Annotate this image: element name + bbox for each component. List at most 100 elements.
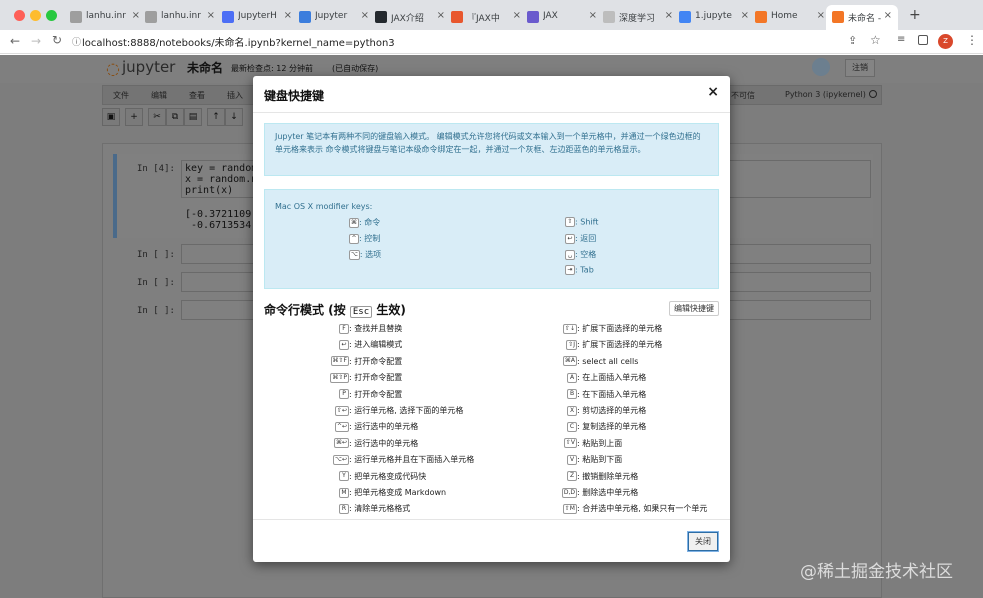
shortcut-description: : 粘贴到下面 [577, 455, 623, 465]
document-icon [603, 11, 615, 23]
shortcut-description: : 合并选中单元格, 如果只有一个单元 [577, 504, 708, 514]
tab-close-icon[interactable]: × [207, 10, 215, 21]
url-text[interactable]: localhost:8888/notebooks/未命名.ipynb?kerne… [82, 34, 395, 49]
jupyter-logo-icon[interactable]: ◌ [106, 59, 120, 78]
browser-tab-bar: lanhu.inr × lanhu.inr × JupyterH × Jupyter × JAX… [0, 0, 983, 30]
shortcut-description: : 在上面插入单元格 [577, 373, 647, 383]
shortcut-key: ⌘A [562, 356, 577, 367]
tab-close-icon[interactable]: × [884, 10, 892, 21]
notebook-name[interactable]: 未命名 [187, 59, 223, 76]
tab-close-icon[interactable]: × [741, 10, 749, 21]
shortcut-key: ⇧↓ [562, 323, 577, 334]
shortcut-key: ⇧M [562, 503, 577, 514]
checkpoint-status: 最新检查点: 12 分钟前 [231, 64, 313, 73]
close-button[interactable]: 关闭 [688, 532, 718, 551]
mac-modifier-row: ↩: 返回 [565, 233, 596, 244]
kernel-name: Python 3 (ipykernel) [785, 90, 866, 99]
browser-tab[interactable]: JAX介绍 × [375, 5, 445, 30]
mac-modifier-row: ^: 控制 [349, 233, 380, 244]
menu-view[interactable]: 查看 [189, 90, 205, 101]
bookmark-star-icon[interactable]: ☆ [870, 33, 881, 47]
shortcut-row: ⇧V: 粘贴到上面 [253, 436, 730, 452]
dialog-title: 键盘快捷键 [264, 89, 325, 103]
share-icon[interactable]: ⇪ [848, 34, 857, 47]
mac-modifier-row: ⌘: 命令 [349, 217, 380, 228]
browser-tab[interactable]: 1.jupyte × [679, 5, 749, 30]
browser-tab[interactable]: 『JAX中 × [451, 5, 521, 30]
info-icon[interactable]: ⓘ [72, 35, 81, 48]
shortcut-row: ⇧J: 扩展下面选择的单元格 [253, 337, 730, 353]
move-down-icon[interactable]: ↓ [225, 108, 243, 126]
side-panel-icon[interactable] [918, 35, 928, 45]
reading-list-icon[interactable]: ≡ [897, 34, 905, 45]
tab-close-icon[interactable]: × [589, 10, 597, 21]
cell-prompt: In [ ]: [137, 306, 175, 316]
key-glyph: ⇧ [565, 217, 575, 227]
divider [253, 112, 730, 113]
tab-close-icon[interactable]: × [437, 10, 445, 21]
key-glyph: ⌘ [349, 217, 359, 228]
code-text[interactable]: key = random x = random.n print(x) [185, 163, 257, 196]
tab-title: 『JAX中 [467, 14, 500, 24]
new-tab-button[interactable]: + [909, 7, 921, 23]
tab-title: 深度学习 [619, 14, 656, 24]
info-text: Jupyter 笔记本有两种不同的键盘输入模式。 编辑模式允许您将代码或文本输入… [275, 132, 701, 154]
edit-shortcuts-button[interactable]: 编辑快捷键 [669, 301, 719, 316]
menu-insert[interactable]: 插入 [227, 90, 243, 101]
jupyter-hub-icon [222, 11, 234, 23]
copy-icon[interactable]: ⧉ [166, 108, 184, 126]
modifier-label: : 控制 [359, 234, 381, 243]
mac-modifier-row: ␣: 空格 [565, 249, 596, 260]
menu-file[interactable]: 文件 [113, 90, 129, 101]
cell-prompt: In [ ]: [137, 250, 175, 260]
shortcut-row: A: 在上面插入单元格 [253, 370, 730, 386]
close-icon[interactable]: × [707, 84, 719, 100]
github-icon [375, 11, 387, 23]
command-mode-title: 命令行模式 (按 Esc 生效) [264, 301, 406, 318]
cell-output: [-0.3721109 -0.6713534 [185, 209, 252, 231]
browser-tab[interactable]: JAX × [527, 5, 597, 30]
tab-close-icon[interactable]: × [284, 10, 292, 21]
shortcut-description: : 复制选择的单元格 [577, 422, 647, 432]
tab-close-icon[interactable]: × [513, 10, 521, 21]
shortcut-key: V [567, 452, 577, 468]
browser-tab[interactable]: 未命名 - × [826, 5, 898, 30]
browser-menu-icon[interactable]: ⋮ [966, 33, 978, 47]
tab-close-icon[interactable]: × [361, 10, 369, 21]
tab-close-icon[interactable]: × [665, 10, 673, 21]
modifier-label: : 返回 [575, 234, 597, 243]
browser-tab[interactable]: lanhu.inr × [145, 5, 215, 30]
browser-tab[interactable]: 深度学习 × [603, 5, 673, 30]
browser-tab[interactable]: lanhu.inr × [70, 5, 140, 30]
jupyter-logo-text[interactable]: jupyter [122, 58, 175, 76]
minimize-window-button[interactable] [30, 10, 41, 21]
zoom-window-button[interactable] [46, 10, 57, 21]
back-icon[interactable]: ← [10, 34, 20, 48]
shortcut-list: F: 查找并且替换 ↩: 进入编辑模式 ⌘⇧F: 打开命令配置 ⌘⇧P: 打开命令配置… [253, 321, 730, 519]
trusted-indicator[interactable]: 不可信 [731, 90, 755, 101]
tab-close-icon[interactable]: × [817, 10, 825, 21]
profile-avatar[interactable]: Z [938, 34, 953, 49]
document-icon [145, 11, 157, 23]
browser-tab[interactable]: Jupyter × [299, 5, 369, 30]
browser-tab[interactable]: Home × [755, 5, 825, 30]
move-up-icon[interactable]: ↑ [207, 108, 225, 126]
browser-tab[interactable]: JupyterH × [222, 5, 292, 30]
save-icon[interactable]: ▣ [102, 108, 120, 126]
add-cell-icon[interactable]: + [125, 108, 143, 126]
shortcut-description: : select all cells [577, 356, 639, 366]
autosave-status: (已自动保存) [332, 64, 379, 73]
menu-edit[interactable]: 编辑 [151, 90, 167, 101]
cell-prompt: In [ ]: [137, 278, 175, 288]
tab-close-icon[interactable]: × [132, 10, 140, 21]
forward-icon[interactable]: → [31, 34, 41, 48]
shortcut-key: Z [567, 469, 577, 485]
shortcut-row: D,D: 删除选中单元格 [253, 485, 730, 501]
shortcut-row: B: 在下面插入单元格 [253, 387, 730, 403]
close-window-button[interactable] [14, 10, 25, 21]
cut-icon[interactable]: ✂ [148, 108, 166, 126]
paste-icon[interactable]: ▤ [184, 108, 202, 126]
reload-icon[interactable]: ↻ [52, 33, 62, 47]
shortcut-description: : 删除选中单元格 [577, 488, 639, 497]
logout-button[interactable]: 注销 [845, 59, 875, 77]
